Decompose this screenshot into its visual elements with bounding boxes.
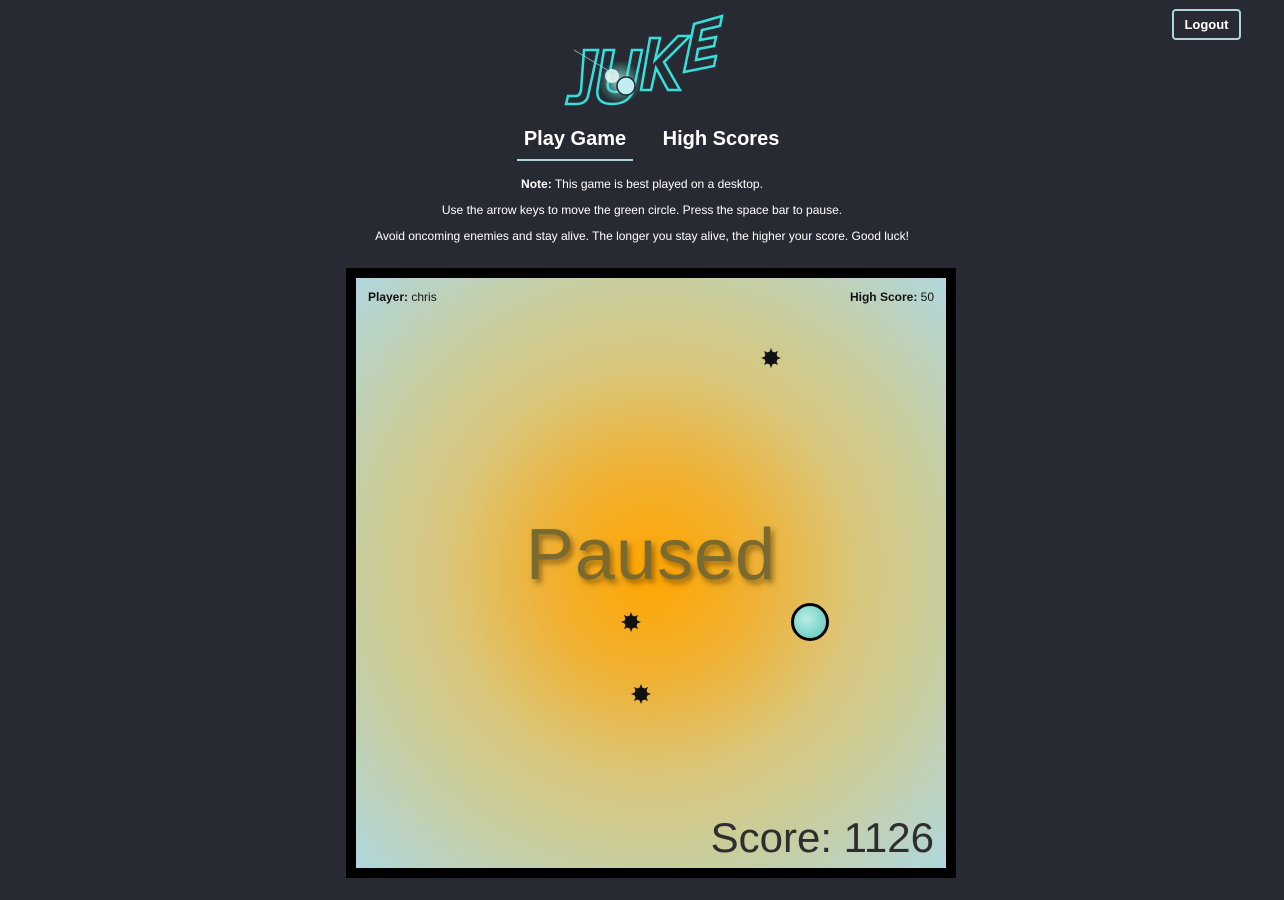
note-text: This game is best played on a desktop.	[551, 177, 763, 191]
high-score-value: 50	[917, 290, 934, 304]
enemy-mine-icon	[761, 348, 781, 368]
game-board[interactable]: Player: chris High Score: 50 Paused Scor…	[356, 278, 946, 868]
note-label: Note:	[521, 177, 552, 191]
juke-logo	[554, 10, 734, 110]
main-nav: Play Game High Scores	[0, 128, 1284, 164]
game-frame: Player: chris High Score: 50 Paused Scor…	[346, 268, 956, 878]
player-name: chris	[408, 290, 437, 304]
player-circle	[791, 603, 829, 641]
player-label: Player:	[368, 290, 409, 304]
tab-play-game[interactable]: Play Game	[517, 128, 633, 161]
desktop-note: Note: This game is best played on a desk…	[0, 177, 1284, 191]
controls-instructions: Use the arrow keys to move the green cir…	[441, 203, 843, 217]
high-score-info: High Score: 50	[850, 290, 934, 304]
enemy-mine-icon	[631, 684, 651, 704]
paused-overlay-text: Paused	[525, 515, 777, 595]
tab-high-scores[interactable]: High Scores	[656, 128, 786, 161]
player-info: Player: chris	[368, 290, 437, 304]
logout-button[interactable]: Logout	[1172, 9, 1241, 40]
current-score: Score: 1126	[710, 814, 934, 861]
enemy-mine-icon	[621, 612, 641, 632]
high-score-label: High Score:	[849, 290, 918, 304]
goal-instructions: Avoid oncoming enemies and stay alive. T…	[375, 229, 909, 243]
